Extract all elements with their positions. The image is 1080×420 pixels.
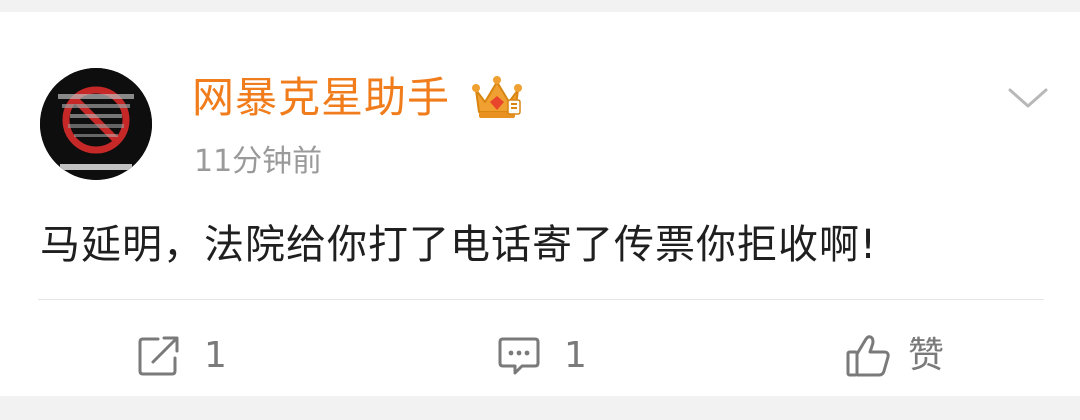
avatar-image [40, 68, 152, 180]
repost-button[interactable]: 1 [136, 326, 227, 386]
comment-icon [498, 337, 540, 375]
post-content: 马延明，法院给你打了电话寄了传票你拒收啊! [40, 222, 878, 268]
chevron-down-icon[interactable] [1004, 80, 1052, 116]
comment-button[interactable]: 1 [496, 326, 587, 386]
author-name[interactable]: 网暴克星助手 [192, 70, 450, 126]
comment-count: 1 [564, 335, 587, 376]
repost-count: 1 [204, 335, 227, 376]
avatar[interactable] [40, 68, 152, 180]
like-button[interactable]: 赞 [844, 326, 944, 386]
thumbs-up-icon [846, 335, 890, 377]
post-timestamp: 11分钟前 [194, 144, 323, 179]
weibo-post-card: 网暴克星助手 11分钟前 马延明，法院给你打了电话寄了传票你拒收啊! 1 1 赞 [0, 12, 1080, 396]
like-label: 赞 [908, 335, 945, 376]
divider [38, 299, 1044, 300]
crown-vip-icon[interactable] [470, 72, 524, 122]
share-icon [138, 336, 179, 376]
